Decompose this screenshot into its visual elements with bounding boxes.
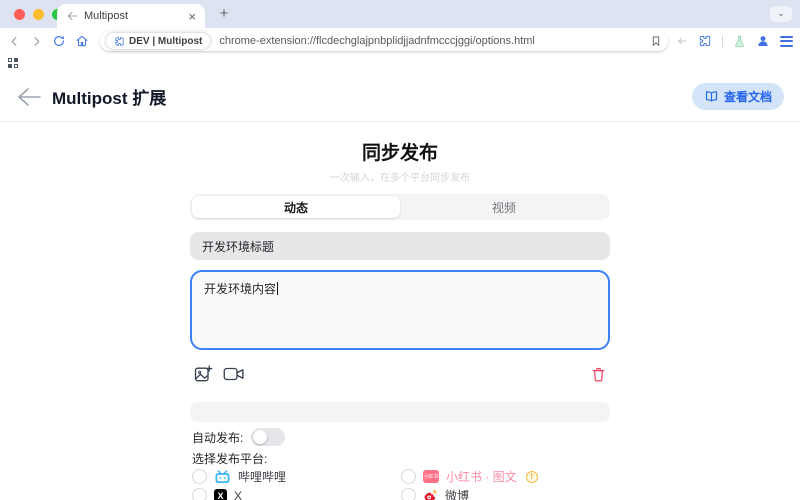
platform-grid: 哔哩哔哩 小红书 小红书 · 图文 ! X X (190, 469, 610, 500)
platform-label: 小红书 · 图文 (446, 468, 517, 485)
bookmark-icon[interactable] (650, 35, 662, 47)
browser-toolbar: DEV | Multipost chrome-extension://flcde… (0, 28, 800, 54)
toolbar-divider (722, 35, 723, 48)
view-docs-button[interactable]: 查看文档 (692, 83, 784, 110)
send-to-device-icon[interactable] (676, 35, 688, 47)
x-checkbox[interactable] (192, 488, 207, 500)
extensions-puzzle-icon[interactable] (698, 34, 712, 48)
select-platforms-label: 选择发布平台: (190, 450, 610, 467)
xiaohongshu-checkbox[interactable] (401, 469, 416, 484)
warning-icon: ! (526, 471, 538, 483)
extension-chip-label: DEV | Multipost (129, 36, 202, 47)
reload-icon[interactable] (52, 34, 66, 48)
delete-trash-icon[interactable] (590, 366, 607, 383)
minimize-window-button[interactable] (33, 9, 44, 20)
publish-form: 同步发布 一次输入，在多个平台同步发布 动态 视频 开发环境内容 (190, 138, 610, 500)
forward-icon[interactable] (30, 35, 43, 48)
sync-publish-title: 同步发布 (190, 138, 610, 165)
auto-publish-toggle[interactable] (251, 428, 285, 446)
tab-video[interactable]: 视频 (400, 196, 608, 218)
browser-window: Multipost × + ⌄ DEV | Multipost (0, 0, 800, 500)
extension-name-chip[interactable]: DEV | Multipost (106, 33, 210, 49)
tab-search-button[interactable]: ⌄ (770, 6, 792, 22)
apps-grid-icon[interactable] (8, 58, 18, 68)
sync-publish-subtitle: 一次输入，在多个平台同步发布 (190, 169, 610, 184)
close-window-button[interactable] (14, 9, 25, 20)
text-caret (277, 282, 278, 295)
platform-label: 哔哩哔哩 (238, 468, 286, 485)
tab-dynamic[interactable]: 动态 (192, 196, 400, 218)
add-image-icon[interactable] (193, 364, 213, 384)
page-header: Multipost 扩展 查看文档 (0, 72, 800, 122)
flask-extension-icon[interactable] (733, 35, 746, 48)
x-icon: X (214, 489, 227, 500)
platform-item-bilibili[interactable]: 哔哩哔哩 (192, 469, 401, 484)
collapsed-section-bar (190, 402, 610, 422)
media-toolbar (190, 362, 610, 386)
book-icon (704, 89, 719, 104)
page-title: Multipost 扩展 (52, 84, 166, 109)
platform-item-x[interactable]: X X (192, 488, 401, 500)
extension-options-page: Multipost 扩展 查看文档 同步发布 一次输入，在多个平台同步发布 动态… (0, 72, 800, 500)
auto-publish-label: 自动发布: (192, 429, 243, 446)
tab-strip: Multipost × + ⌄ (0, 0, 800, 28)
browser-tab[interactable]: Multipost × (57, 4, 205, 28)
back-icon[interactable] (8, 35, 21, 48)
profile-avatar-icon[interactable] (756, 34, 770, 48)
auto-publish-row: 自动发布: (190, 428, 610, 446)
bookmarks-bar (0, 54, 800, 72)
content-text: 开发环境内容 (204, 282, 276, 296)
tab-close-icon[interactable]: × (188, 10, 196, 23)
new-tab-button[interactable]: + (215, 5, 233, 23)
weibo-icon (423, 488, 438, 500)
platform-item-xiaohongshu[interactable]: 小红书 小红书 · 图文 ! (401, 469, 610, 484)
bilibili-icon (214, 470, 231, 484)
multipost-favicon-icon (66, 10, 78, 22)
home-icon[interactable] (75, 34, 89, 48)
window-controls (14, 9, 63, 20)
xiaohongshu-icon: 小红书 (423, 470, 439, 483)
url-text: chrome-extension://flcdechglajpnbplidjja… (219, 35, 650, 47)
weibo-checkbox[interactable] (401, 488, 416, 500)
platform-label: X (234, 489, 242, 500)
address-bar[interactable]: DEV | Multipost chrome-extension://flcde… (100, 31, 668, 51)
view-docs-label: 查看文档 (724, 88, 772, 105)
add-video-icon[interactable] (223, 365, 245, 383)
platform-label: 微博 (445, 487, 469, 500)
content-type-tabs: 动态 视频 (190, 194, 610, 220)
toggle-knob (253, 430, 267, 444)
back-arrow-icon[interactable] (16, 86, 42, 108)
bilibili-checkbox[interactable] (192, 469, 207, 484)
tab-title: Multipost (84, 10, 182, 22)
platform-item-weibo[interactable]: 微博 (401, 488, 610, 500)
menu-hamburger-icon[interactable] (780, 36, 793, 47)
content-textarea[interactable]: 开发环境内容 (190, 270, 610, 350)
title-input[interactable] (190, 232, 610, 260)
